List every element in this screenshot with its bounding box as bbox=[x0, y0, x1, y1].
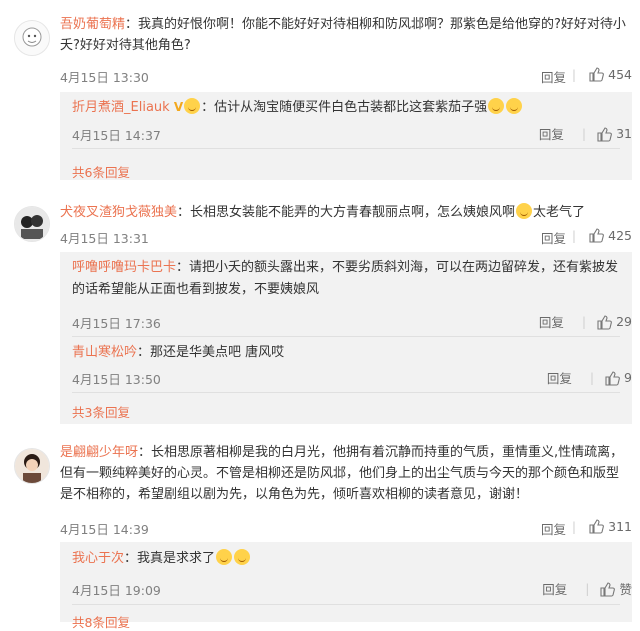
reply-text: ：我真是求求了 bbox=[124, 551, 216, 566]
comment-text: ：长相思原著相柳是我的白月光，他拥有着沉静而持重的气质，重情重义,性情疏离，但有… bbox=[60, 445, 624, 502]
reply-item: 我心于次：我真是求求了 4月15日 19:09 回复 | 赞 bbox=[72, 549, 632, 598]
comment-username[interactable]: 犬夜叉渣狗戈薇独美 bbox=[60, 205, 177, 220]
reply-button[interactable]: 回复 bbox=[541, 67, 566, 86]
like-count: 赞 bbox=[619, 582, 632, 597]
comment-time: 4月15日 13:31 bbox=[60, 231, 149, 246]
reply-username[interactable]: 呼噜呼噜玛卡巴卡 bbox=[72, 260, 176, 275]
reply-text: ：那还是华美点吧 唐风哎 bbox=[137, 345, 285, 360]
reply-username[interactable]: 我心于次 bbox=[72, 551, 124, 566]
emoji-icon bbox=[506, 98, 523, 114]
like-count: 31 bbox=[616, 126, 632, 141]
reply-button[interactable]: 回复 bbox=[539, 124, 564, 143]
reply-item: 青山寒松吟：那还是华美点吧 唐风哎 4月15日 13:50 回复 | 9 bbox=[72, 345, 632, 387]
reply-button[interactable]: 回复 bbox=[541, 519, 566, 538]
thumbs-up-icon bbox=[605, 370, 620, 386]
comment-text: ：长相思女装能不能弄的大方青春靓丽点啊，怎么姨娘风啊 bbox=[177, 205, 516, 220]
reply-time: 4月15日 13:50 bbox=[72, 372, 161, 387]
reply-text: ：估计从淘宝随便买件白色古装都比这套紫茄子强 bbox=[201, 100, 488, 115]
comment-item: 是翩翩少年呀：长相思原著相柳是我的白月光，他拥有着沉静而持重的气质，重情重义,性… bbox=[0, 436, 640, 630]
comment-item: 犬夜叉渣狗戈薇独美：长相思女装能不能弄的大方青春靓丽点啊，怎么姨娘风啊 太老气了 … bbox=[0, 192, 640, 424]
emoji-icon bbox=[216, 549, 233, 565]
like-count: 425 bbox=[608, 227, 632, 243]
reply-username[interactable]: 折月煮酒_Eliauk bbox=[72, 100, 170, 115]
like-button[interactable]: 赞 bbox=[599, 579, 632, 598]
thumbs-up-icon bbox=[589, 67, 605, 82]
comment-text-tail: 太老气了 bbox=[533, 205, 586, 220]
avatar[interactable] bbox=[14, 448, 50, 484]
more-replies-link[interactable]: 共6条回复 bbox=[72, 162, 130, 181]
reply-button[interactable]: 回复 bbox=[539, 312, 564, 331]
thumbs-up-icon bbox=[597, 314, 612, 330]
emoji-icon bbox=[184, 98, 201, 114]
avatar[interactable] bbox=[14, 206, 50, 242]
comment-username[interactable]: 是翩翩少年呀 bbox=[60, 445, 138, 460]
thumbs-up-icon bbox=[597, 126, 612, 142]
reply-time: 4月15日 14:37 bbox=[72, 128, 161, 143]
thumbs-up-icon bbox=[589, 228, 605, 243]
like-button[interactable]: | 311 bbox=[572, 518, 632, 534]
more-replies-link[interactable]: 共3条回复 bbox=[72, 402, 130, 421]
like-button[interactable]: 29 bbox=[596, 314, 632, 330]
emoji-icon bbox=[234, 549, 251, 565]
thumbs-up-icon bbox=[600, 581, 616, 597]
reply-thread: 折月煮酒_Eliauk V ：估计从淘宝随便买件白色古装都比这套紫茄子强 4月15… bbox=[60, 92, 632, 180]
like-button[interactable]: | 425 bbox=[572, 227, 632, 243]
comment-text: ：我真的好恨你啊！你能不能好好对待相柳和防风邶啊？那紫色是给他穿的?好好对待小夭… bbox=[60, 17, 626, 53]
like-count: 9 bbox=[624, 370, 632, 385]
comment-time: 4月15日 14:39 bbox=[60, 522, 149, 537]
thumbs-up-icon bbox=[589, 519, 605, 534]
like-button[interactable]: | 454 bbox=[572, 66, 632, 82]
avatar[interactable] bbox=[14, 20, 50, 56]
reply-thread: 呼噜呼噜玛卡巴卡：请把小夭的额头露出来，不要劣质斜刘海，可以在两边留碎发，还有紫… bbox=[60, 252, 632, 424]
emoji-icon bbox=[516, 203, 533, 219]
reply-button[interactable]: 回复 bbox=[547, 368, 572, 387]
like-count: 454 bbox=[608, 66, 632, 82]
verified-badge-icon: V bbox=[173, 100, 184, 114]
comment-item: 吾奶葡萄精：我真的好恨你啊！你能不能好好对待相柳和防风邶啊？那紫色是给他穿的?好… bbox=[0, 0, 640, 180]
reply-button[interactable]: 回复 bbox=[541, 228, 566, 247]
reply-button[interactable]: 回复 bbox=[542, 579, 567, 598]
reply-thread: 我心于次：我真是求求了 4月15日 19:09 回复 | 赞 共8条回复 bbox=[60, 542, 632, 630]
like-count: 29 bbox=[616, 314, 632, 329]
emoji-icon bbox=[488, 98, 505, 114]
like-button[interactable]: 31 bbox=[596, 126, 632, 142]
comment-username[interactable]: 吾奶葡萄精 bbox=[60, 17, 125, 32]
like-count: 311 bbox=[608, 518, 632, 534]
comment-time: 4月15日 13:30 bbox=[60, 70, 149, 85]
reply-username[interactable]: 青山寒松吟 bbox=[72, 345, 137, 360]
reply-time: 4月15日 17:36 bbox=[72, 316, 161, 331]
reply-time: 4月15日 19:09 bbox=[72, 583, 161, 598]
reply-item: 折月煮酒_Eliauk V ：估计从淘宝随便买件白色古装都比这套紫茄子强 4月15… bbox=[72, 96, 632, 143]
like-button[interactable]: 9 bbox=[604, 370, 632, 386]
reply-item: 呼噜呼噜玛卡巴卡：请把小夭的额头露出来，不要劣质斜刘海，可以在两边留碎发，还有紫… bbox=[72, 260, 632, 331]
